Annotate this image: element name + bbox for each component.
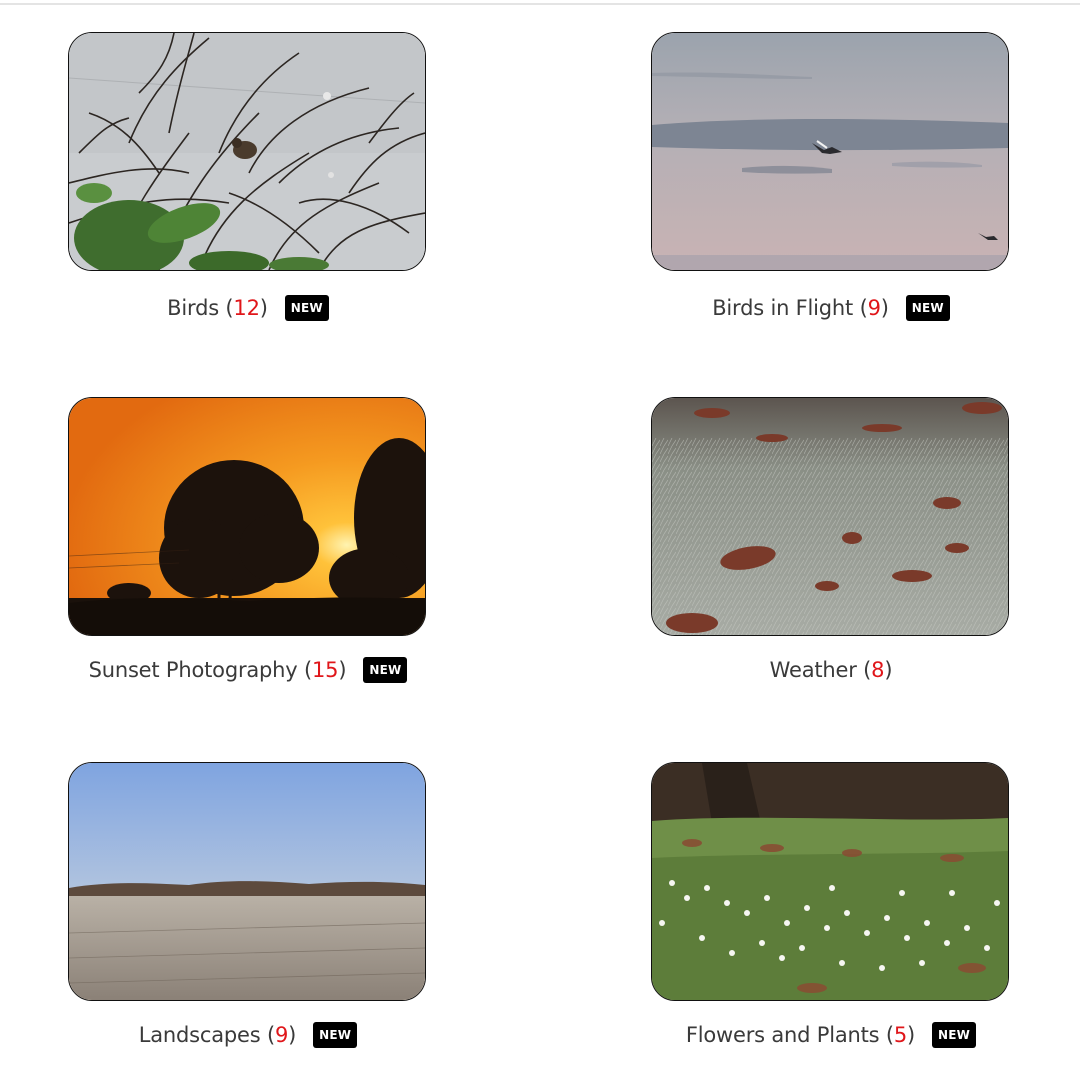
- sunset-photography-thumbnail[interactable]: [68, 397, 426, 636]
- category-title[interactable]: Sunset Photography: [89, 658, 298, 682]
- weather-thumbnail[interactable]: [651, 397, 1009, 636]
- new-badge: NEW: [313, 1022, 358, 1048]
- birds-in-flight-thumbnail[interactable]: [651, 32, 1009, 271]
- flowers-photo: [652, 763, 1008, 1000]
- birds-caption: Birds (12) NEW: [68, 292, 428, 324]
- category-title[interactable]: Weather: [770, 658, 857, 682]
- flowers-and-plants-caption: Flowers and Plants (5) NEW: [651, 1019, 1011, 1051]
- count-close-paren: ): [884, 658, 893, 682]
- birds-thumbnail[interactable]: [68, 32, 426, 271]
- gallery-card-weather: Weather (8): [651, 397, 1011, 686]
- gallery-card-birds: Birds (12) NEW: [68, 32, 428, 324]
- landscapes-photo: [69, 763, 425, 1000]
- count-close-paren: ): [288, 1023, 297, 1047]
- weather-photo: [652, 398, 1008, 635]
- photo-count: 9: [867, 296, 881, 320]
- photo-count: 9: [274, 1023, 289, 1047]
- gallery-card-flowers-and-plants: Flowers and Plants (5) NEW: [651, 762, 1011, 1051]
- count-open-paren: (: [856, 658, 872, 682]
- new-badge: NEW: [284, 295, 329, 321]
- category-title[interactable]: Birds: [167, 296, 219, 320]
- photo-count: 5: [893, 1023, 908, 1047]
- birds-photo: [69, 33, 425, 270]
- count-close-paren: ): [338, 658, 347, 682]
- birds-in-flight-photo: [652, 33, 1008, 270]
- count-open-paren: (: [297, 658, 312, 682]
- photo-count: 8: [871, 658, 885, 682]
- gallery-card-sunset-photography: Sunset Photography (15) NEW: [68, 397, 428, 686]
- photo-count: 12: [233, 296, 260, 320]
- sunset-photo: [69, 398, 425, 635]
- gallery-card-birds-in-flight: Birds in Flight (9) NEW: [651, 32, 1011, 324]
- category-title[interactable]: Birds in Flight: [712, 296, 853, 320]
- photo-count: 15: [312, 658, 339, 682]
- gallery-card-landscapes: Landscapes (9) NEW: [68, 762, 428, 1051]
- new-badge: NEW: [363, 657, 408, 683]
- birds-in-flight-caption: Birds in Flight (9) NEW: [651, 292, 1011, 324]
- count-close-paren: ): [259, 296, 268, 320]
- category-title[interactable]: Landscapes: [139, 1023, 261, 1047]
- count-open-paren: (: [853, 296, 868, 320]
- count-open-paren: (: [218, 296, 234, 320]
- sunset-photography-caption: Sunset Photography (15) NEW: [68, 654, 428, 686]
- count-open-paren: (: [260, 1023, 275, 1047]
- flowers-and-plants-thumbnail[interactable]: [651, 762, 1009, 1001]
- new-badge: NEW: [932, 1022, 977, 1048]
- top-divider: [0, 3, 1080, 5]
- count-close-paren: ): [907, 1023, 916, 1047]
- weather-caption: Weather (8): [651, 654, 1011, 686]
- landscapes-caption: Landscapes (9) NEW: [68, 1019, 428, 1051]
- count-close-paren: ): [880, 296, 889, 320]
- count-open-paren: (: [879, 1023, 894, 1047]
- landscapes-thumbnail[interactable]: [68, 762, 426, 1001]
- category-title[interactable]: Flowers and Plants: [686, 1023, 880, 1047]
- new-badge: NEW: [905, 295, 950, 321]
